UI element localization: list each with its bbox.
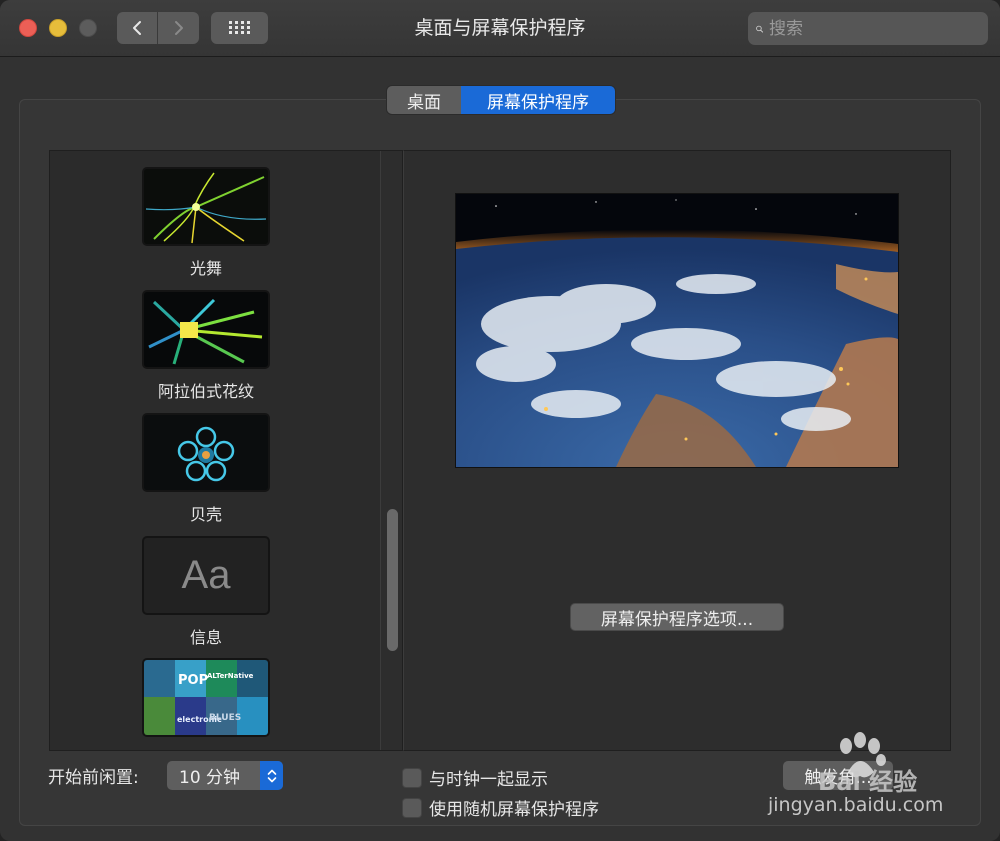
title-bar: 桌面与屏幕保护程序 xyxy=(0,0,1000,57)
list-item-arabesque[interactable]: 阿拉伯式花纹 xyxy=(142,290,270,402)
item-label: 阿拉伯式花纹 xyxy=(157,382,254,401)
thumb-word-blues: BLUES xyxy=(209,713,241,723)
scrollbar-thumb[interactable] xyxy=(387,509,398,651)
idle-time-label: 开始前闲置: xyxy=(48,768,139,788)
zoom-button[interactable] xyxy=(79,19,97,37)
item-label: 贝壳 xyxy=(189,505,222,524)
screensaver-thumbnail: Aa xyxy=(142,536,270,615)
grid-icon xyxy=(228,21,250,34)
search-field[interactable] xyxy=(748,12,988,45)
checkbox-box[interactable] xyxy=(402,797,422,818)
random-screensaver-checkbox[interactable]: 使用随机屏幕保护程序 xyxy=(402,795,599,820)
item-label: 插图 xyxy=(142,746,270,750)
chevron-updown-icon xyxy=(260,761,283,790)
list-item-message[interactable]: Aa 信息 xyxy=(142,536,270,648)
scrollbar-track[interactable] xyxy=(380,151,402,750)
screensaver-preview xyxy=(455,193,899,468)
list-item-album-artwork[interactable]: POP ALTerNative electronic BLUES 插图 xyxy=(142,658,270,750)
search-icon xyxy=(756,25,763,33)
item-label: 信息 xyxy=(189,628,222,647)
forward-button[interactable] xyxy=(158,12,199,44)
show-with-clock-label: 与时钟一起显示 xyxy=(429,770,548,790)
idle-time-popup[interactable]: 10 分钟 xyxy=(167,761,283,790)
search-input[interactable] xyxy=(769,18,988,39)
thumb-word-pop: POP xyxy=(178,673,208,688)
show-all-button[interactable] xyxy=(211,12,268,44)
chevron-right-icon xyxy=(174,21,183,35)
screensaver-thumbnail xyxy=(142,290,270,369)
list-item-flurry[interactable]: 光舞 xyxy=(142,167,270,279)
aa-glyph: Aa xyxy=(181,553,231,597)
preferences-window: 桌面与屏幕保护程序 桌面 屏幕保护程序 xyxy=(0,0,1000,841)
chevron-left-icon xyxy=(133,21,141,35)
tab-screensaver[interactable]: 屏幕保护程序 xyxy=(461,86,615,114)
back-button[interactable] xyxy=(117,12,158,44)
show-with-clock-checkbox[interactable]: 与时钟一起显示 xyxy=(402,765,548,790)
item-label: 光舞 xyxy=(189,259,222,278)
screensaver-thumbnail xyxy=(142,167,270,246)
screensaver-options-button[interactable]: 屏幕保护程序选项... xyxy=(570,603,784,631)
minimize-button[interactable] xyxy=(49,19,67,37)
screensaver-thumbnail: POP ALTerNative electronic BLUES xyxy=(142,658,270,737)
tab-bar: 桌面 屏幕保护程序 xyxy=(386,85,616,115)
thumb-word-alternative: ALTerNative xyxy=(207,672,254,680)
tab-desktop[interactable]: 桌面 xyxy=(387,86,461,114)
list-item-shell[interactable]: 贝壳 xyxy=(142,413,270,525)
random-screensaver-label: 使用随机屏幕保护程序 xyxy=(429,800,599,820)
screensaver-thumbnail xyxy=(142,413,270,492)
close-button[interactable] xyxy=(19,19,37,37)
idle-time-value: 10 分钟 xyxy=(179,768,241,788)
hot-corners-button[interactable]: 触发角... xyxy=(783,761,893,790)
screensaver-list[interactable]: 光舞 阿拉伯式花纹 贝壳 Aa 信息 POP ALTerNative elect… xyxy=(49,150,403,751)
navigation-buttons xyxy=(117,12,199,44)
checkbox-box[interactable] xyxy=(402,767,422,788)
